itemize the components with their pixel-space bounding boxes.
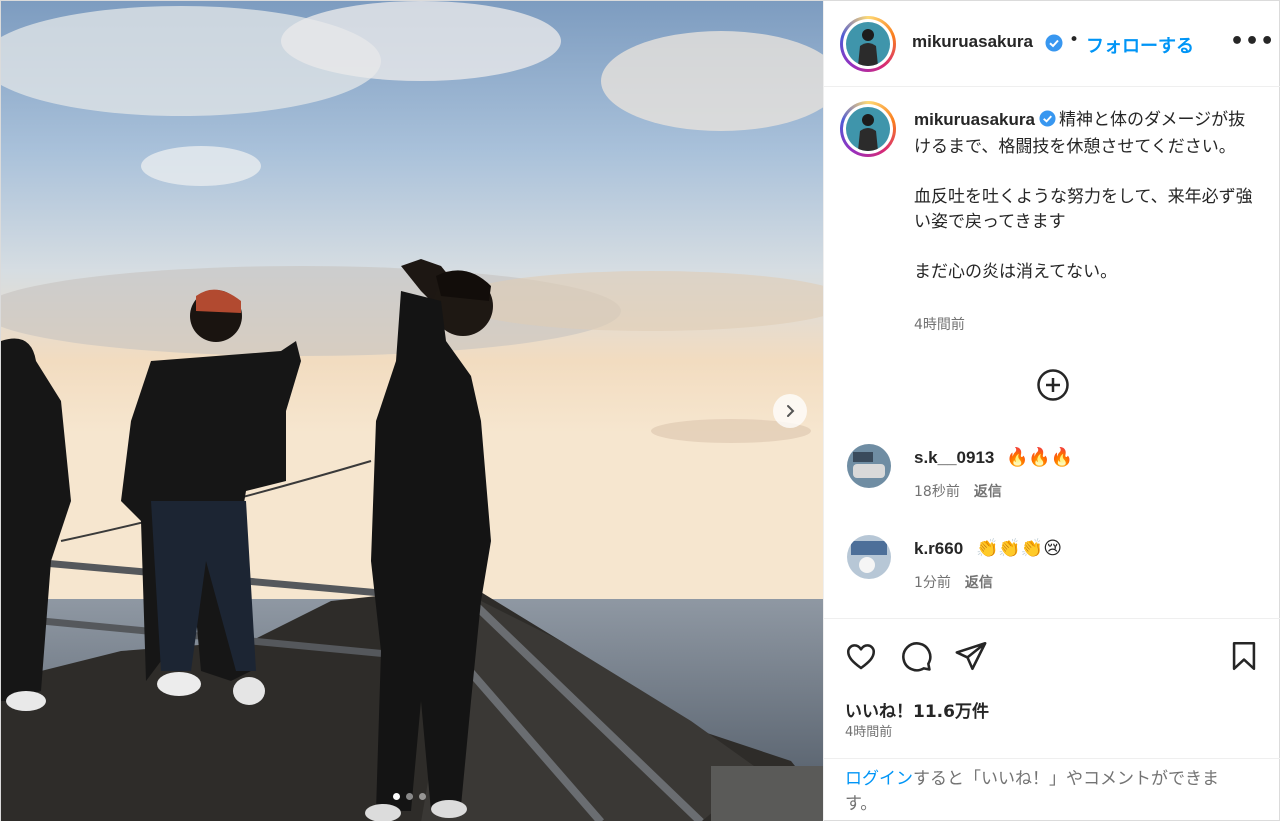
more-options-button[interactable]: ••• (1230, 29, 1275, 54)
carousel-dot (406, 793, 413, 800)
caption-line: まだ心の炎は消えてない。 (914, 262, 1118, 281)
comment-time: 1分前 (914, 575, 951, 591)
post-side-panel: mikuruasakura • フォローする ••• mikuruasakura… (823, 1, 1280, 821)
save-button[interactable] (1227, 639, 1263, 675)
post-header: mikuruasakura • フォローする ••• (824, 1, 1280, 87)
carousel-indicator (393, 793, 426, 800)
instagram-post-frame: mikuruasakura • フォローする ••• mikuruasakura… (0, 0, 1280, 821)
comment-item: k.r660 👏👏👏😢 1分前 返信 (824, 535, 1280, 605)
login-prompt: ログインすると「いいね！」やコメントができます。 (824, 758, 1280, 821)
heart-icon (846, 644, 876, 670)
carousel-dot (419, 793, 426, 800)
caption-timestamp[interactable]: 4時間前 (914, 314, 965, 334)
share-button[interactable] (954, 639, 990, 675)
reply-button[interactable]: 返信 (965, 575, 993, 591)
comment-meta: 1分前 返信 (914, 572, 993, 592)
bookmark-icon (1232, 641, 1256, 671)
next-image-button[interactable] (773, 394, 807, 428)
caption-line: 血反吐を吐くような努力をして、来年必ず強い姿で戻ってきます (914, 187, 1253, 231)
like-count[interactable]: いいね！11.6万件 (845, 697, 989, 722)
caption-username[interactable]: mikuruasakura (914, 110, 1035, 129)
comment-icon (902, 642, 932, 672)
commenter-avatar[interactable] (847, 444, 891, 488)
follow-button[interactable]: フォローする (1086, 32, 1194, 58)
caption-text: mikuruasakura 精神と体のダメージが抜けるまで、格闘技を休憩させてくだ… (914, 107, 1254, 284)
photo-scene (1, 1, 823, 821)
author-username[interactable]: mikuruasakura (912, 32, 1033, 52)
like-button[interactable] (844, 639, 880, 675)
comment-time: 18秒前 (914, 484, 960, 500)
comment-text: 🔥🔥🔥 (1006, 447, 1074, 468)
comment-item: s.k__0913 🔥🔥🔥 18秒前 返信 (824, 444, 1280, 514)
plus-circle-icon (1037, 369, 1069, 401)
verified-badge-icon (1045, 34, 1063, 56)
post-photo[interactable] (1, 1, 823, 821)
login-link[interactable]: ログイン (845, 769, 913, 789)
comment-button[interactable] (899, 639, 935, 675)
load-more-comments-button[interactable] (1036, 368, 1070, 402)
post-timestamp[interactable]: 4時間前 (845, 721, 892, 740)
reply-button[interactable]: 返信 (974, 484, 1002, 500)
paper-plane-icon (955, 641, 987, 671)
chevron-right-icon (787, 405, 795, 417)
commenter-avatar[interactable] (847, 535, 891, 579)
header-separator: • (1069, 30, 1080, 50)
carousel-dot (393, 793, 400, 800)
caption-avatar (846, 107, 890, 151)
commenter-username[interactable]: k.r660 (914, 539, 963, 559)
comment-text: 👏👏👏😢 (976, 538, 1063, 559)
author-avatar (846, 22, 890, 66)
comment-meta: 18秒前 返信 (914, 481, 1002, 501)
author-avatar-ring[interactable] (840, 16, 896, 72)
caption-avatar-ring[interactable] (840, 101, 896, 157)
login-prompt-text: ログインすると「いいね！」やコメントができます。 (845, 767, 1245, 817)
verified-badge-icon (1039, 109, 1056, 134)
commenter-username[interactable]: s.k__0913 (914, 448, 994, 468)
action-bar: いいね！11.6万件 4時間前 (824, 618, 1280, 758)
